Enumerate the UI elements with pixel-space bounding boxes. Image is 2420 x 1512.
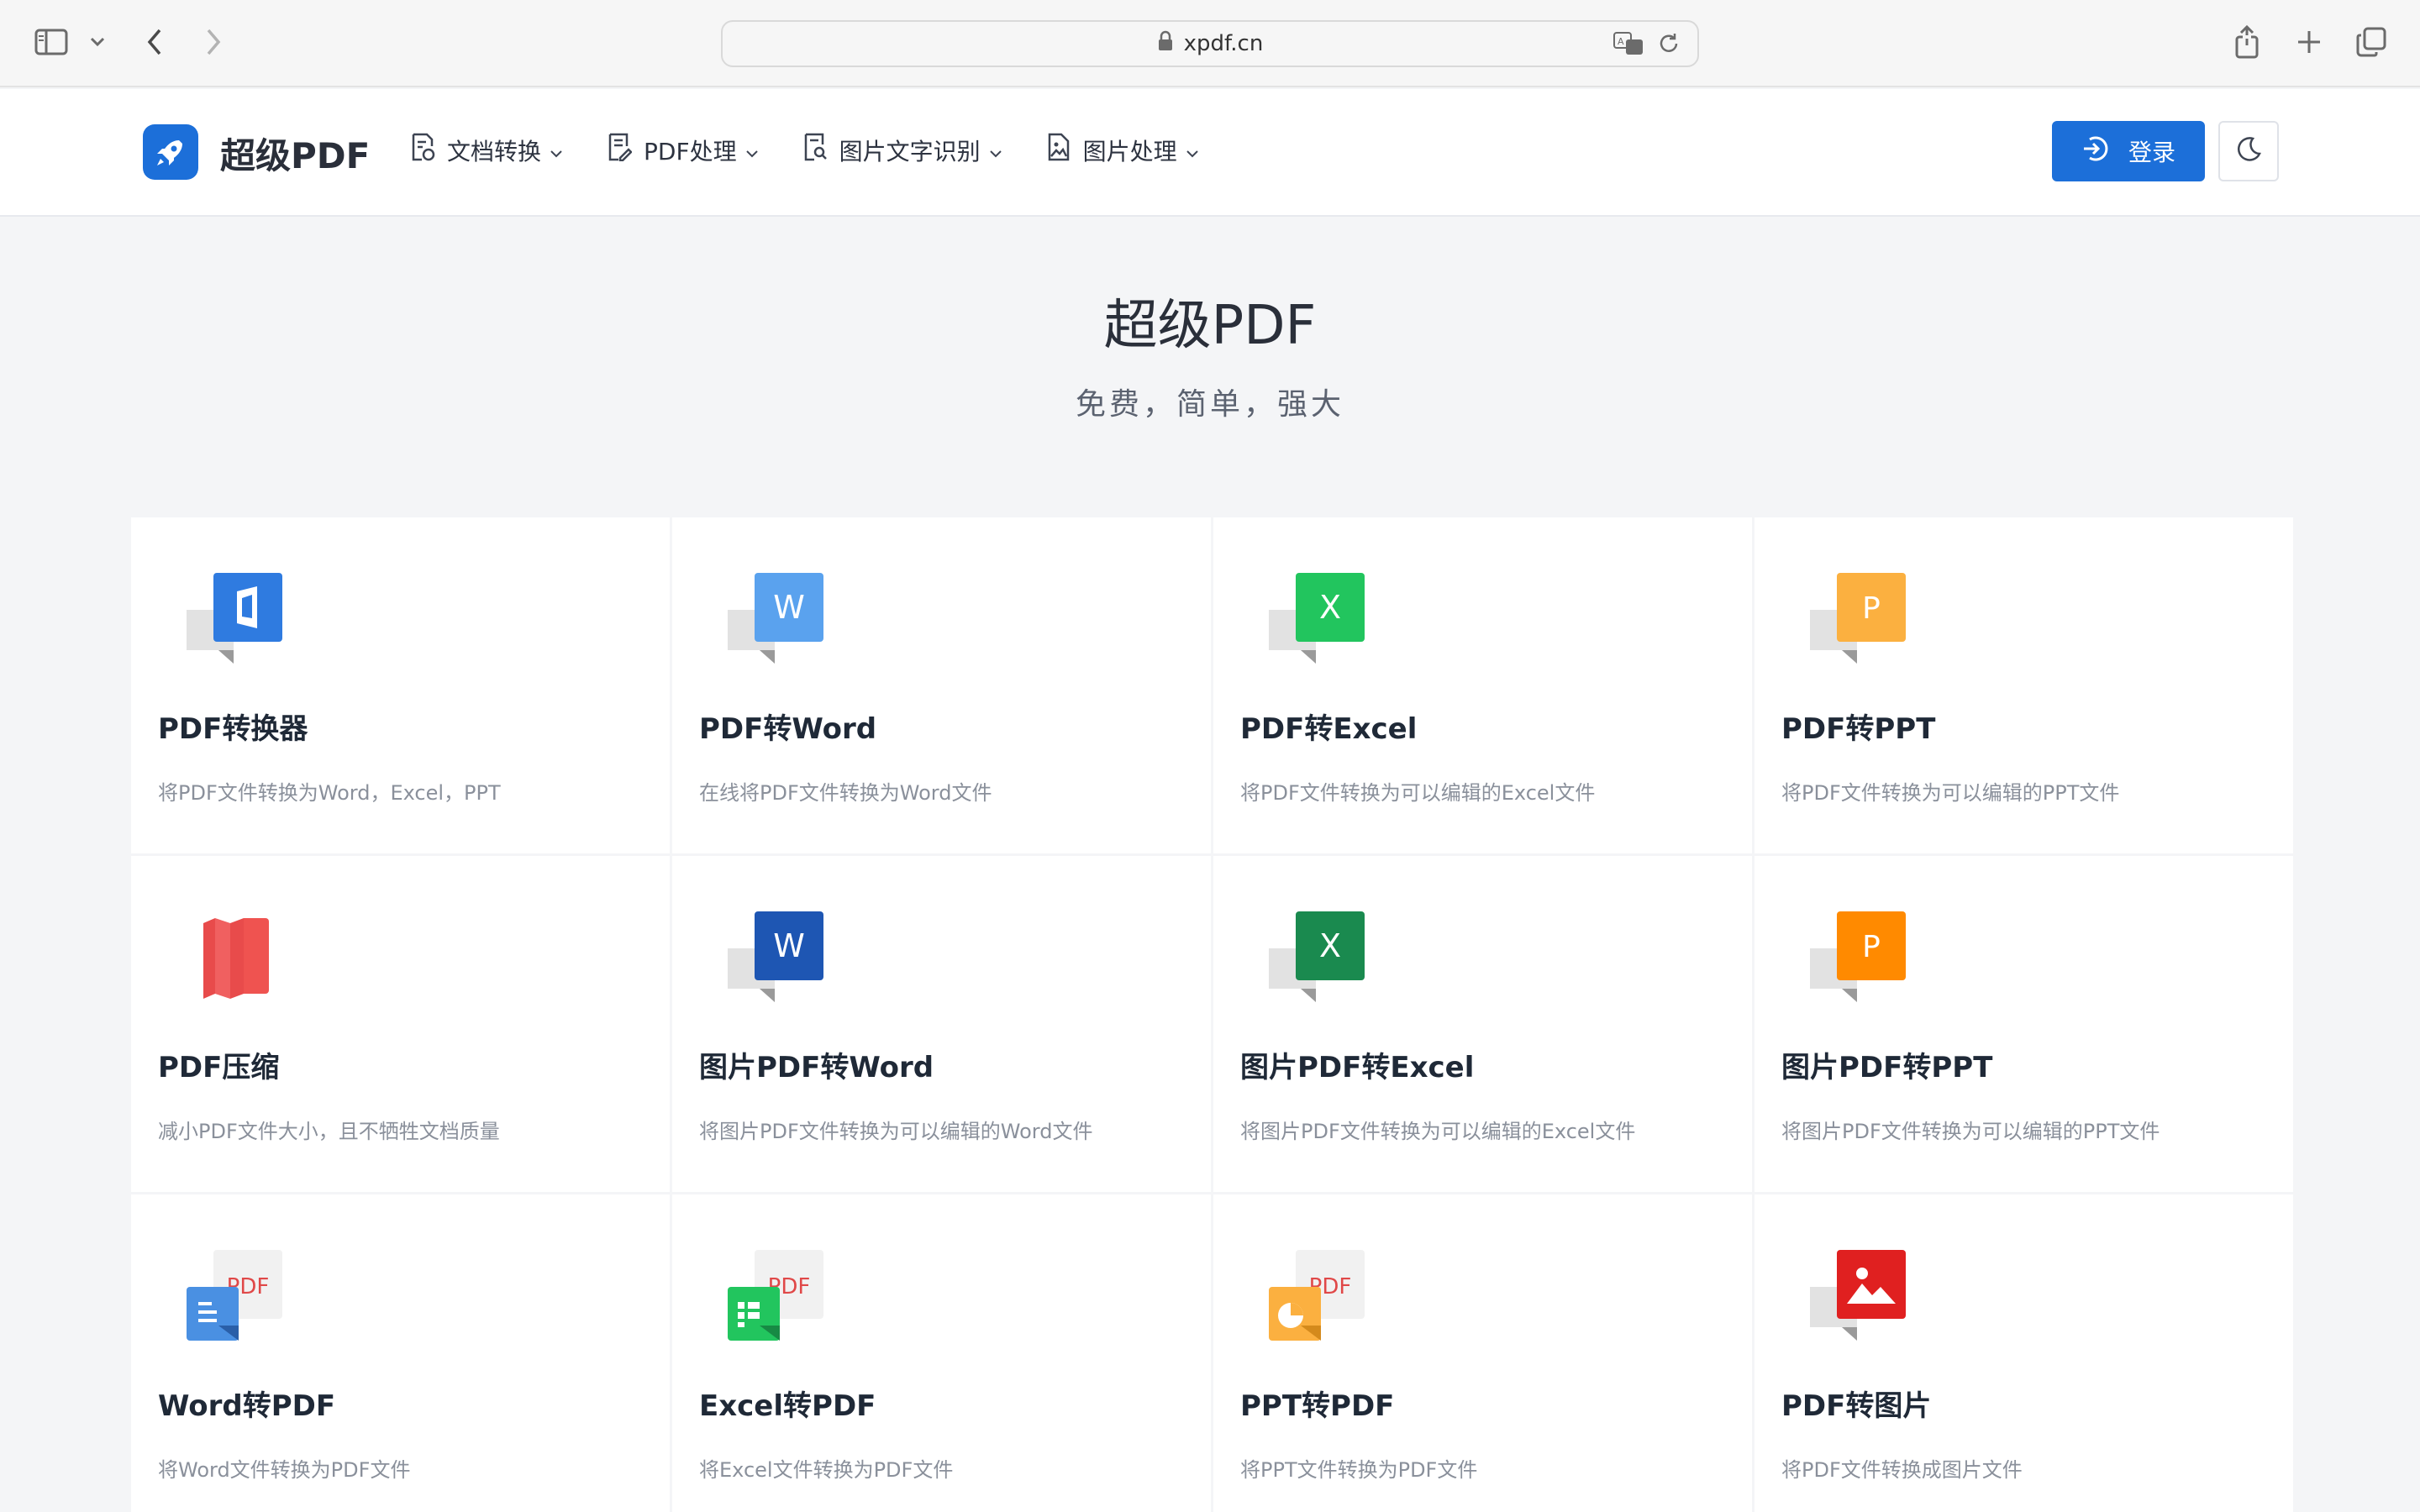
tool-card-pdf-to-image[interactable]: PDF转图片 将PDF文件转换成图片文件 xyxy=(1754,1194,2293,1512)
site-logo-text[interactable]: 超级PDF xyxy=(220,128,370,179)
card-title: 图片PDF转PPT xyxy=(1781,1051,1993,1084)
login-button[interactable]: 登录 xyxy=(2052,121,2205,181)
browser-toolbar: xpdf.cn A xyxy=(0,0,2420,87)
card-desc: 在线将PDF文件转换为Word文件 xyxy=(699,781,992,805)
card-title: PDF压缩 xyxy=(158,1051,280,1084)
card-title: PDF转Excel xyxy=(1240,712,1418,746)
excel-dark-icon: X xyxy=(1269,911,1366,1009)
share-icon[interactable] xyxy=(2232,24,2262,60)
nav-ocr[interactable]: 图片文字识别 xyxy=(802,133,1002,167)
card-title: PDF转PPT xyxy=(1781,712,1936,746)
card-desc: 将图片PDF文件转换为可以编辑的Word文件 xyxy=(699,1120,1093,1143)
office-icon xyxy=(187,573,284,670)
chevron-down-icon xyxy=(745,136,759,164)
card-desc: 将图片PDF文件转换为可以编辑的PPT文件 xyxy=(1781,1120,2160,1143)
card-title: 图片PDF转Excel xyxy=(1240,1051,1475,1084)
moon-icon xyxy=(2234,135,2263,167)
ppt-icon: P xyxy=(1810,573,1907,670)
tool-card-pdf-to-ppt[interactable]: P PDF转PPT 将PDF文件转换为可以编辑的PPT文件 xyxy=(1754,517,2293,853)
tool-card-pdf-compress[interactable]: PDF压缩 减小PDF文件大小，且不牺牲文档质量 xyxy=(131,856,670,1192)
tool-card-pdf-converter[interactable]: PDF转换器 将PDF文件转换为Word，Excel，PPT xyxy=(131,517,670,853)
dark-mode-toggle[interactable] xyxy=(2218,121,2279,181)
card-desc: 将Word文件转换为PDF文件 xyxy=(158,1458,411,1482)
tool-card-excel-to-pdf[interactable]: PDF Excel转PDF 将Excel文件转换为PDF文件 xyxy=(672,1194,1211,1512)
tool-card-ppt-to-pdf[interactable]: PDF PPT转PDF 将PPT文件转换为PDF文件 xyxy=(1213,1194,1752,1512)
back-icon[interactable] xyxy=(141,25,168,59)
tool-card-pdf-to-word[interactable]: W PDF转Word 在线将PDF文件转换为Word文件 xyxy=(672,517,1211,853)
tool-card-image-pdf-to-ppt[interactable]: P 图片PDF转PPT 将图片PDF文件转换为可以编辑的PPT文件 xyxy=(1754,856,2293,1192)
card-desc: 将PPT文件转换为PDF文件 xyxy=(1240,1458,1478,1482)
nav-pdf-process[interactable]: PDF处理 xyxy=(607,133,759,167)
address-bar[interactable]: xpdf.cn A xyxy=(721,20,1699,67)
card-title: PDF转换器 xyxy=(158,712,308,746)
excel-to-pdf-icon: PDF xyxy=(728,1250,825,1347)
tools-grid: PDF转换器 将PDF文件转换为Word，Excel，PPT W PDF转Wor… xyxy=(131,517,2293,1512)
chevron-down-icon[interactable] xyxy=(87,32,108,52)
reload-icon[interactable] xyxy=(1657,32,1681,61)
excel-icon: X xyxy=(1269,573,1366,670)
page-subtitle: 免费，简单，强大 xyxy=(1075,387,1344,422)
chevron-down-icon xyxy=(1186,136,1199,164)
word-to-pdf-icon: PDF xyxy=(187,1250,284,1347)
nav-label: 文档转换 xyxy=(447,137,542,165)
icon-letter: W xyxy=(773,589,805,626)
tool-card-word-to-pdf[interactable]: PDF Word转PDF 将Word文件转换为PDF文件 xyxy=(131,1194,670,1512)
translate-icon[interactable]: A xyxy=(1613,32,1645,61)
page-title: 超级PDF xyxy=(1103,295,1317,357)
icon-letter: P xyxy=(1862,930,1881,964)
document-image-icon xyxy=(1046,133,1071,167)
card-title: Word转PDF xyxy=(158,1389,336,1423)
url-text: xpdf.cn xyxy=(1183,31,1264,56)
card-desc: 将Excel文件转换为PDF文件 xyxy=(699,1458,954,1482)
nav-label: 图片文字识别 xyxy=(839,137,981,165)
nav-image-process[interactable]: 图片处理 xyxy=(1046,133,1199,167)
sidebar-toggle-icon[interactable] xyxy=(32,25,71,59)
card-desc: 减小PDF文件大小，且不牺牲文档质量 xyxy=(158,1120,500,1143)
image-icon xyxy=(1810,1250,1907,1347)
forward-icon[interactable] xyxy=(200,25,227,59)
nav-doc-convert[interactable]: 文档转换 xyxy=(410,133,563,167)
card-desc: 将PDF文件转换为可以编辑的Excel文件 xyxy=(1240,781,1596,805)
compress-map-icon xyxy=(187,911,284,1009)
icon-letter: X xyxy=(1319,927,1341,964)
nav-label: 图片处理 xyxy=(1082,137,1177,165)
card-title: PDF转Word xyxy=(699,712,877,746)
word-dark-icon: W xyxy=(728,911,825,1009)
tool-card-image-pdf-to-word[interactable]: W 图片PDF转Word 将图片PDF文件转换为可以编辑的Word文件 xyxy=(672,856,1211,1192)
chevron-down-icon xyxy=(989,136,1002,164)
card-title: PDF转图片 xyxy=(1781,1389,1932,1423)
site-header: 超级PDF 文档转换 PDF处理 图片文字识别 图片处理 登录 xyxy=(0,89,2420,217)
card-title: 图片PDF转Word xyxy=(699,1051,934,1084)
chevron-down-icon xyxy=(550,136,563,164)
ppt-dark-icon: P xyxy=(1810,911,1907,1009)
tool-card-image-pdf-to-excel[interactable]: X 图片PDF转Excel 将图片PDF文件转换为可以编辑的Excel文件 xyxy=(1213,856,1752,1192)
ppt-to-pdf-icon: PDF xyxy=(1269,1250,1366,1347)
tab-overview-icon[interactable] xyxy=(2354,25,2388,59)
document-sync-icon xyxy=(410,133,435,167)
tool-card-pdf-to-excel[interactable]: X PDF转Excel 将PDF文件转换为可以编辑的Excel文件 xyxy=(1213,517,1752,853)
login-label: 登录 xyxy=(2128,139,2175,166)
word-icon: W xyxy=(728,573,825,670)
nav-label: PDF处理 xyxy=(644,137,737,165)
svg-text:A: A xyxy=(1618,36,1624,47)
new-tab-icon[interactable] xyxy=(2294,25,2324,59)
card-desc: 将PDF文件转换成图片文件 xyxy=(1781,1458,2023,1482)
card-desc: 将PDF文件转换为Word，Excel，PPT xyxy=(158,781,501,805)
icon-letter: P xyxy=(1862,591,1881,626)
lock-icon xyxy=(1157,30,1174,58)
card-desc: 将PDF文件转换为可以编辑的PPT文件 xyxy=(1781,781,2120,805)
rocket-logo-icon[interactable] xyxy=(143,124,198,180)
card-title: Excel转PDF xyxy=(699,1389,876,1423)
card-desc: 将图片PDF文件转换为可以编辑的Excel文件 xyxy=(1240,1120,1636,1143)
icon-letter: X xyxy=(1319,589,1341,626)
icon-letter: W xyxy=(773,927,805,964)
document-edit-icon xyxy=(607,133,633,167)
main-nav: 文档转换 PDF处理 图片文字识别 图片处理 xyxy=(410,133,1199,167)
document-search-icon xyxy=(802,133,828,167)
card-title: PPT转PDF xyxy=(1240,1389,1395,1423)
login-icon xyxy=(2081,134,2110,169)
